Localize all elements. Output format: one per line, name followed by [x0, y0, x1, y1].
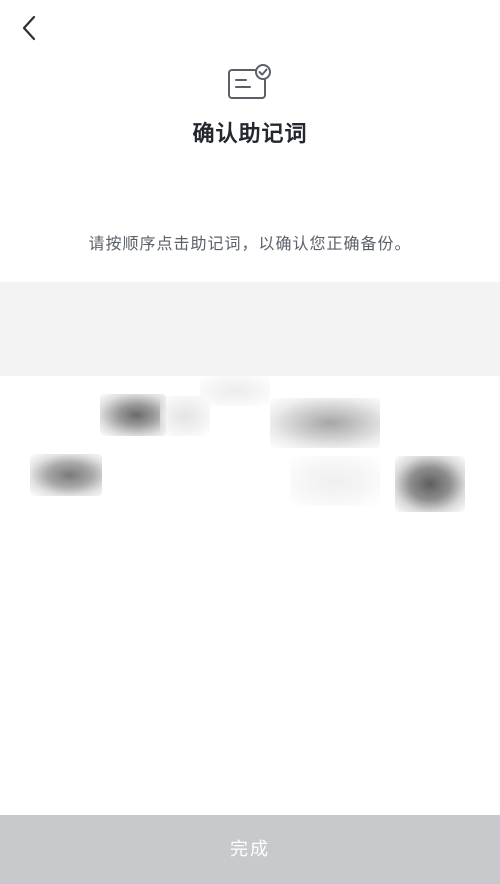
redacted-word — [30, 454, 102, 496]
word-chip[interactable] — [290, 456, 380, 506]
word-pool — [0, 376, 500, 596]
redacted-word — [290, 456, 380, 506]
redacted-word — [100, 394, 166, 436]
page-title: 确认助记词 — [192, 122, 308, 147]
document-check-icon — [227, 64, 273, 102]
word-chip[interactable] — [100, 394, 166, 436]
back-button[interactable] — [14, 12, 46, 44]
done-button[interactable]: 完成 — [0, 815, 500, 884]
chevron-left-icon — [22, 15, 36, 41]
selected-words-area — [0, 282, 500, 376]
redacted-word — [270, 398, 380, 448]
redacted-word — [200, 376, 270, 406]
word-chip[interactable] — [200, 376, 270, 406]
word-chip[interactable] — [270, 398, 380, 448]
word-chip[interactable] — [30, 454, 102, 496]
word-chip[interactable] — [395, 456, 465, 512]
redacted-word — [395, 456, 465, 512]
instruction-text: 请按顺序点击助记词，以确认您正确备份。 — [88, 234, 412, 253]
